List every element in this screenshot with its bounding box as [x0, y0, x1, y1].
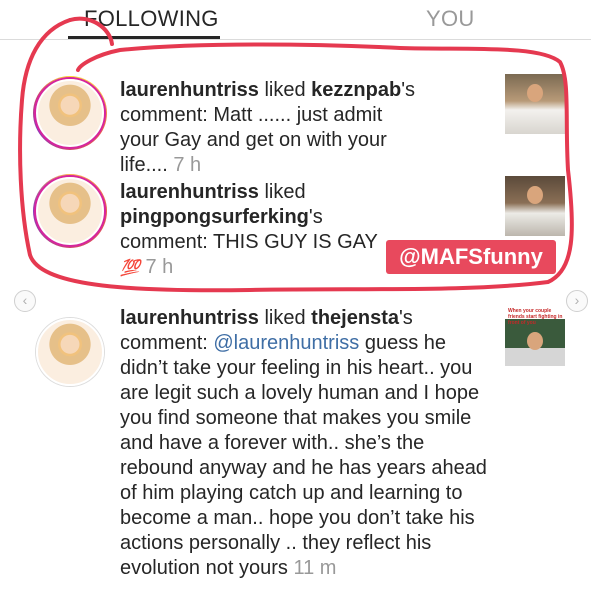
avatar[interactable] — [36, 177, 104, 245]
activity-text: laurenhuntriss liked pingpongsurferking'… — [120, 180, 400, 281]
username-link[interactable]: laurenhuntriss — [120, 307, 259, 329]
timestamp: 7 h — [145, 256, 174, 278]
comment-text: THIS GUY IS GAY — [213, 231, 378, 253]
username-link[interactable]: laurenhuntriss — [120, 181, 259, 203]
activity-text: laurenhuntriss liked thejensta's comment… — [120, 306, 488, 581]
watermark-label: @MAFSfunny — [386, 240, 556, 274]
tab-you[interactable]: YOU — [426, 6, 475, 32]
thumbnail-person — [527, 332, 543, 350]
avatar[interactable] — [36, 79, 104, 147]
post-thumbnail[interactable]: When your couple friends start fighting … — [505, 306, 565, 366]
thumbnail-person — [527, 186, 543, 204]
activity-tabs: FOLLOWING YOU — [0, 0, 591, 40]
action-text: liked — [258, 181, 306, 203]
avatar[interactable] — [36, 318, 104, 386]
tab-divider — [0, 39, 591, 40]
username-link[interactable]: laurenhuntriss — [120, 79, 259, 101]
timestamp: 11 m — [293, 557, 337, 579]
hundred-emoji-icon: 💯 — [120, 260, 140, 277]
activity-text: laurenhuntriss liked kezznpab's comment:… — [120, 78, 420, 178]
thumbnail-person — [527, 84, 543, 102]
activity-item[interactable]: laurenhuntriss liked thejensta's comment… — [0, 300, 591, 590]
tab-following[interactable]: FOLLOWING — [84, 6, 219, 32]
action-text: liked — [258, 79, 312, 101]
target-user-link[interactable]: pingpongsurferking — [120, 206, 309, 228]
post-thumbnail[interactable] — [505, 176, 565, 236]
post-thumbnail[interactable] — [505, 74, 565, 134]
comment-text: guess he didn’t take your feeling in his… — [120, 332, 487, 579]
action-text: liked — [258, 307, 312, 329]
thumbnail-caption: When your couple friends start fighting … — [508, 308, 563, 326]
mention-link[interactable]: @laurenhuntriss — [213, 332, 359, 354]
activity-item[interactable]: laurenhuntriss liked kezznpab's comment:… — [0, 70, 591, 176]
target-user-link[interactable]: kezznpab — [311, 79, 401, 101]
target-user-link[interactable]: thejensta — [311, 307, 399, 329]
